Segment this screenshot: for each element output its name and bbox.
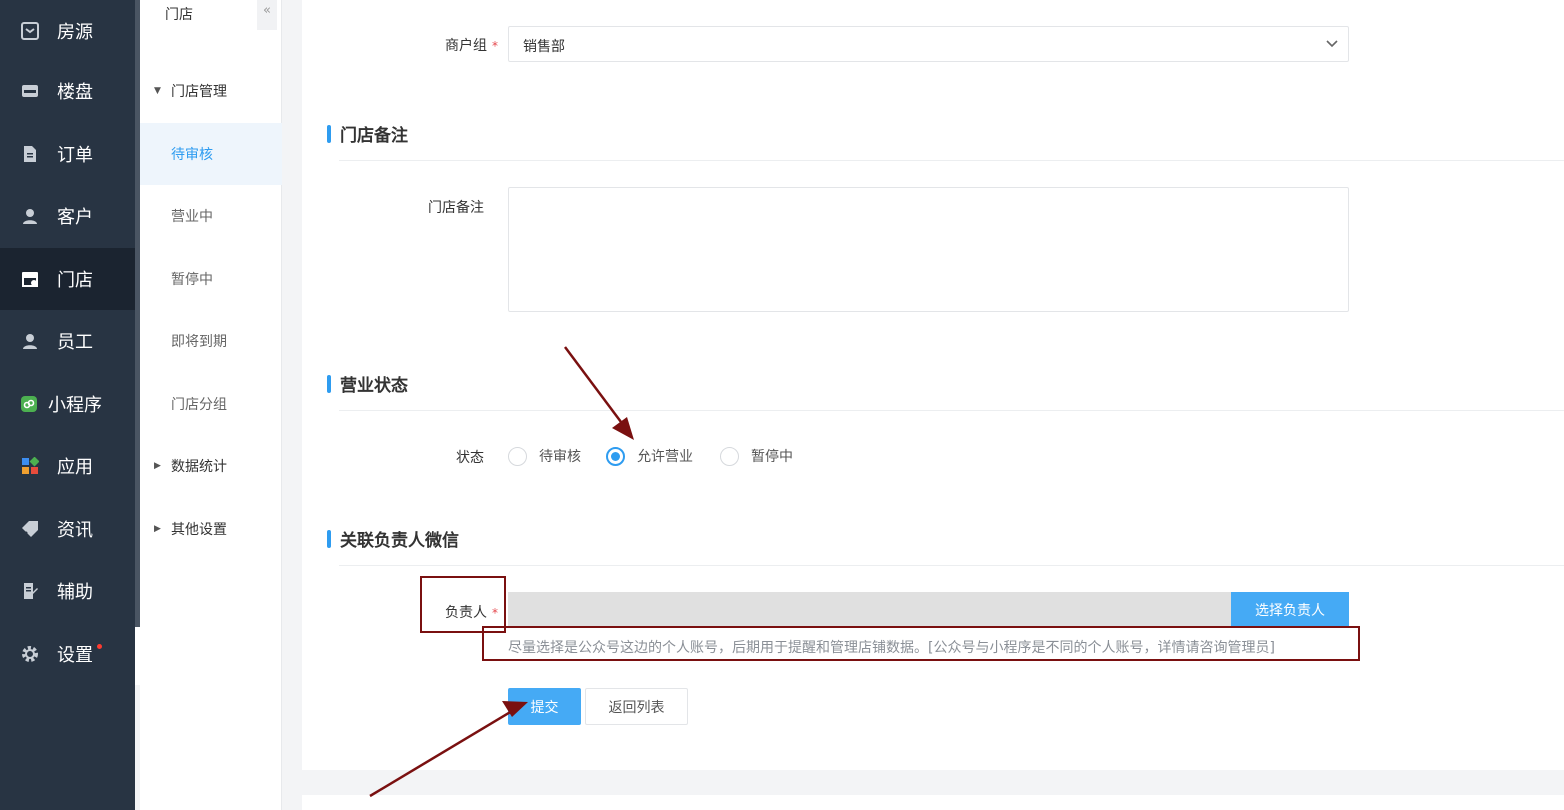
- divider: [339, 410, 1564, 411]
- sub-item-label: 即将到期: [171, 334, 227, 350]
- sub-menu: 门店 ▼ 门店管理 待审核 营业中 暂停中 即将到期 门店分组 ▶ 数据统计 ▶…: [140, 0, 282, 810]
- edit-doc-icon: [21, 582, 39, 600]
- nav-item-settings[interactable]: 设置: [0, 623, 135, 685]
- sub-item-store-groups[interactable]: 门店分组: [140, 373, 282, 435]
- required-mark: *: [492, 39, 498, 53]
- merchant-group-label: 商户组 *: [422, 35, 498, 55]
- nav-item-apps[interactable]: 应用: [0, 435, 135, 497]
- user-icon: [21, 332, 39, 350]
- nav-item-customers[interactable]: 客户: [0, 185, 135, 247]
- radio-circle: [720, 446, 739, 466]
- gear-icon: [21, 645, 39, 663]
- caret-right-icon: ▶: [154, 524, 161, 534]
- sub-item-paused[interactable]: 暂停中: [140, 248, 282, 310]
- radio-paused[interactable]: 暂停中: [720, 446, 793, 466]
- collapse-menu-button[interactable]: «: [257, 0, 277, 30]
- nav-item-miniprogram[interactable]: 小程序: [0, 373, 135, 435]
- remark-label: 门店备注: [428, 200, 484, 216]
- nav-item-news[interactable]: 资讯: [0, 498, 135, 560]
- tag-icon: [21, 520, 39, 538]
- notification-dot: [97, 644, 102, 649]
- nav-item-label: 员工: [57, 332, 93, 353]
- sub-item-label: 暂停中: [171, 272, 213, 288]
- radio-label: 允许营业: [637, 449, 693, 465]
- chevron-down-icon: [1324, 35, 1340, 51]
- box-icon: [21, 22, 39, 40]
- remark-textarea[interactable]: [508, 187, 1349, 312]
- sub-item-label: 营业中: [171, 209, 213, 225]
- divider: [339, 565, 1564, 566]
- status-label: 状态: [456, 450, 484, 466]
- section-accent-bar: [327, 529, 331, 548]
- nav-item-label: 门店: [57, 270, 93, 291]
- nav-item-label: 客户: [57, 207, 93, 228]
- radio-label: 待审核: [539, 449, 581, 465]
- user-icon: [21, 207, 39, 225]
- sub-group-store-management[interactable]: ▼ 门店管理: [140, 60, 282, 122]
- nav-item-orders[interactable]: 订单: [0, 123, 135, 185]
- status-section-title: 营业状态: [327, 371, 408, 396]
- annotation-box-hint: [482, 626, 1360, 661]
- radio-pending[interactable]: 待审核: [508, 446, 581, 466]
- choose-person-button[interactable]: 选择负责人: [1231, 592, 1349, 627]
- remark-section-title: 门店备注: [327, 121, 408, 146]
- apps-icon: [21, 457, 39, 475]
- divider: [339, 160, 1564, 161]
- nav-item-listings[interactable]: 房源: [0, 0, 135, 62]
- radio-circle: [606, 446, 625, 466]
- section-accent-bar: [327, 374, 331, 393]
- sub-group-label: 数据统计: [171, 459, 227, 475]
- nav-item-staff[interactable]: 员工: [0, 310, 135, 372]
- sub-item-expiring[interactable]: 即将到期: [140, 310, 282, 372]
- caret-down-icon: ▼: [154, 86, 161, 96]
- person-in-charge-input[interactable]: [508, 592, 1231, 627]
- nav-item-label: 设置: [57, 645, 93, 666]
- nav-item-label: 房源: [57, 22, 93, 43]
- nav-item-buildings[interactable]: 楼盘: [0, 60, 135, 122]
- caret-right-icon: ▶: [154, 461, 161, 471]
- store-icon: [21, 270, 39, 288]
- nav-item-label: 辅助: [57, 582, 93, 603]
- sub-group-other-settings[interactable]: ▶ 其他设置: [140, 498, 282, 560]
- back-to-list-button[interactable]: 返回列表: [585, 688, 688, 725]
- sub-item-label: 门店分组: [171, 397, 227, 413]
- merchant-group-label-text: 商户组: [445, 38, 487, 54]
- miniprogram-icon: [20, 395, 38, 413]
- remark-section-title-text: 门店备注: [340, 126, 408, 146]
- merchant-group-value: 销售部: [523, 39, 565, 55]
- sub-group-statistics[interactable]: ▶ 数据统计: [140, 435, 282, 497]
- nav-item-stores[interactable]: 门店: [0, 248, 135, 310]
- section-accent-bar: [327, 124, 331, 143]
- radio-circle: [508, 446, 527, 466]
- nav-item-label: 小程序: [48, 395, 102, 416]
- nav-item-assist[interactable]: 辅助: [0, 560, 135, 622]
- wechat-section-title: 关联负责人微信: [327, 526, 459, 551]
- merchant-group-select[interactable]: 销售部: [508, 26, 1349, 62]
- building-icon: [21, 82, 39, 100]
- nav-item-label: 订单: [57, 145, 93, 166]
- sub-item-label: 待审核: [171, 147, 213, 163]
- sub-item-pending[interactable]: 待审核: [140, 123, 282, 185]
- nav-item-label: 资讯: [57, 520, 93, 541]
- document-icon: [21, 145, 39, 163]
- lower-panel: [302, 795, 1564, 810]
- nav-item-label: 楼盘: [57, 82, 93, 103]
- radio-allow-business[interactable]: 允许营业: [606, 446, 693, 466]
- sub-group-label: 其他设置: [171, 522, 227, 538]
- main-nav: 房源 楼盘 订单 客户 门店 员工 小程序 应用 资讯 辅助 设置: [0, 0, 135, 810]
- annotation-box-person-label: [420, 576, 506, 633]
- submit-button[interactable]: 提交: [508, 688, 581, 725]
- nav-item-label: 应用: [57, 457, 93, 478]
- radio-label: 暂停中: [751, 449, 793, 465]
- wechat-section-title-text: 关联负责人微信: [340, 531, 459, 551]
- sub-menu-title: 门店: [165, 7, 193, 23]
- status-section-title-text: 营业状态: [340, 376, 408, 396]
- sub-item-open[interactable]: 营业中: [140, 185, 282, 247]
- sub-group-label: 门店管理: [171, 84, 227, 100]
